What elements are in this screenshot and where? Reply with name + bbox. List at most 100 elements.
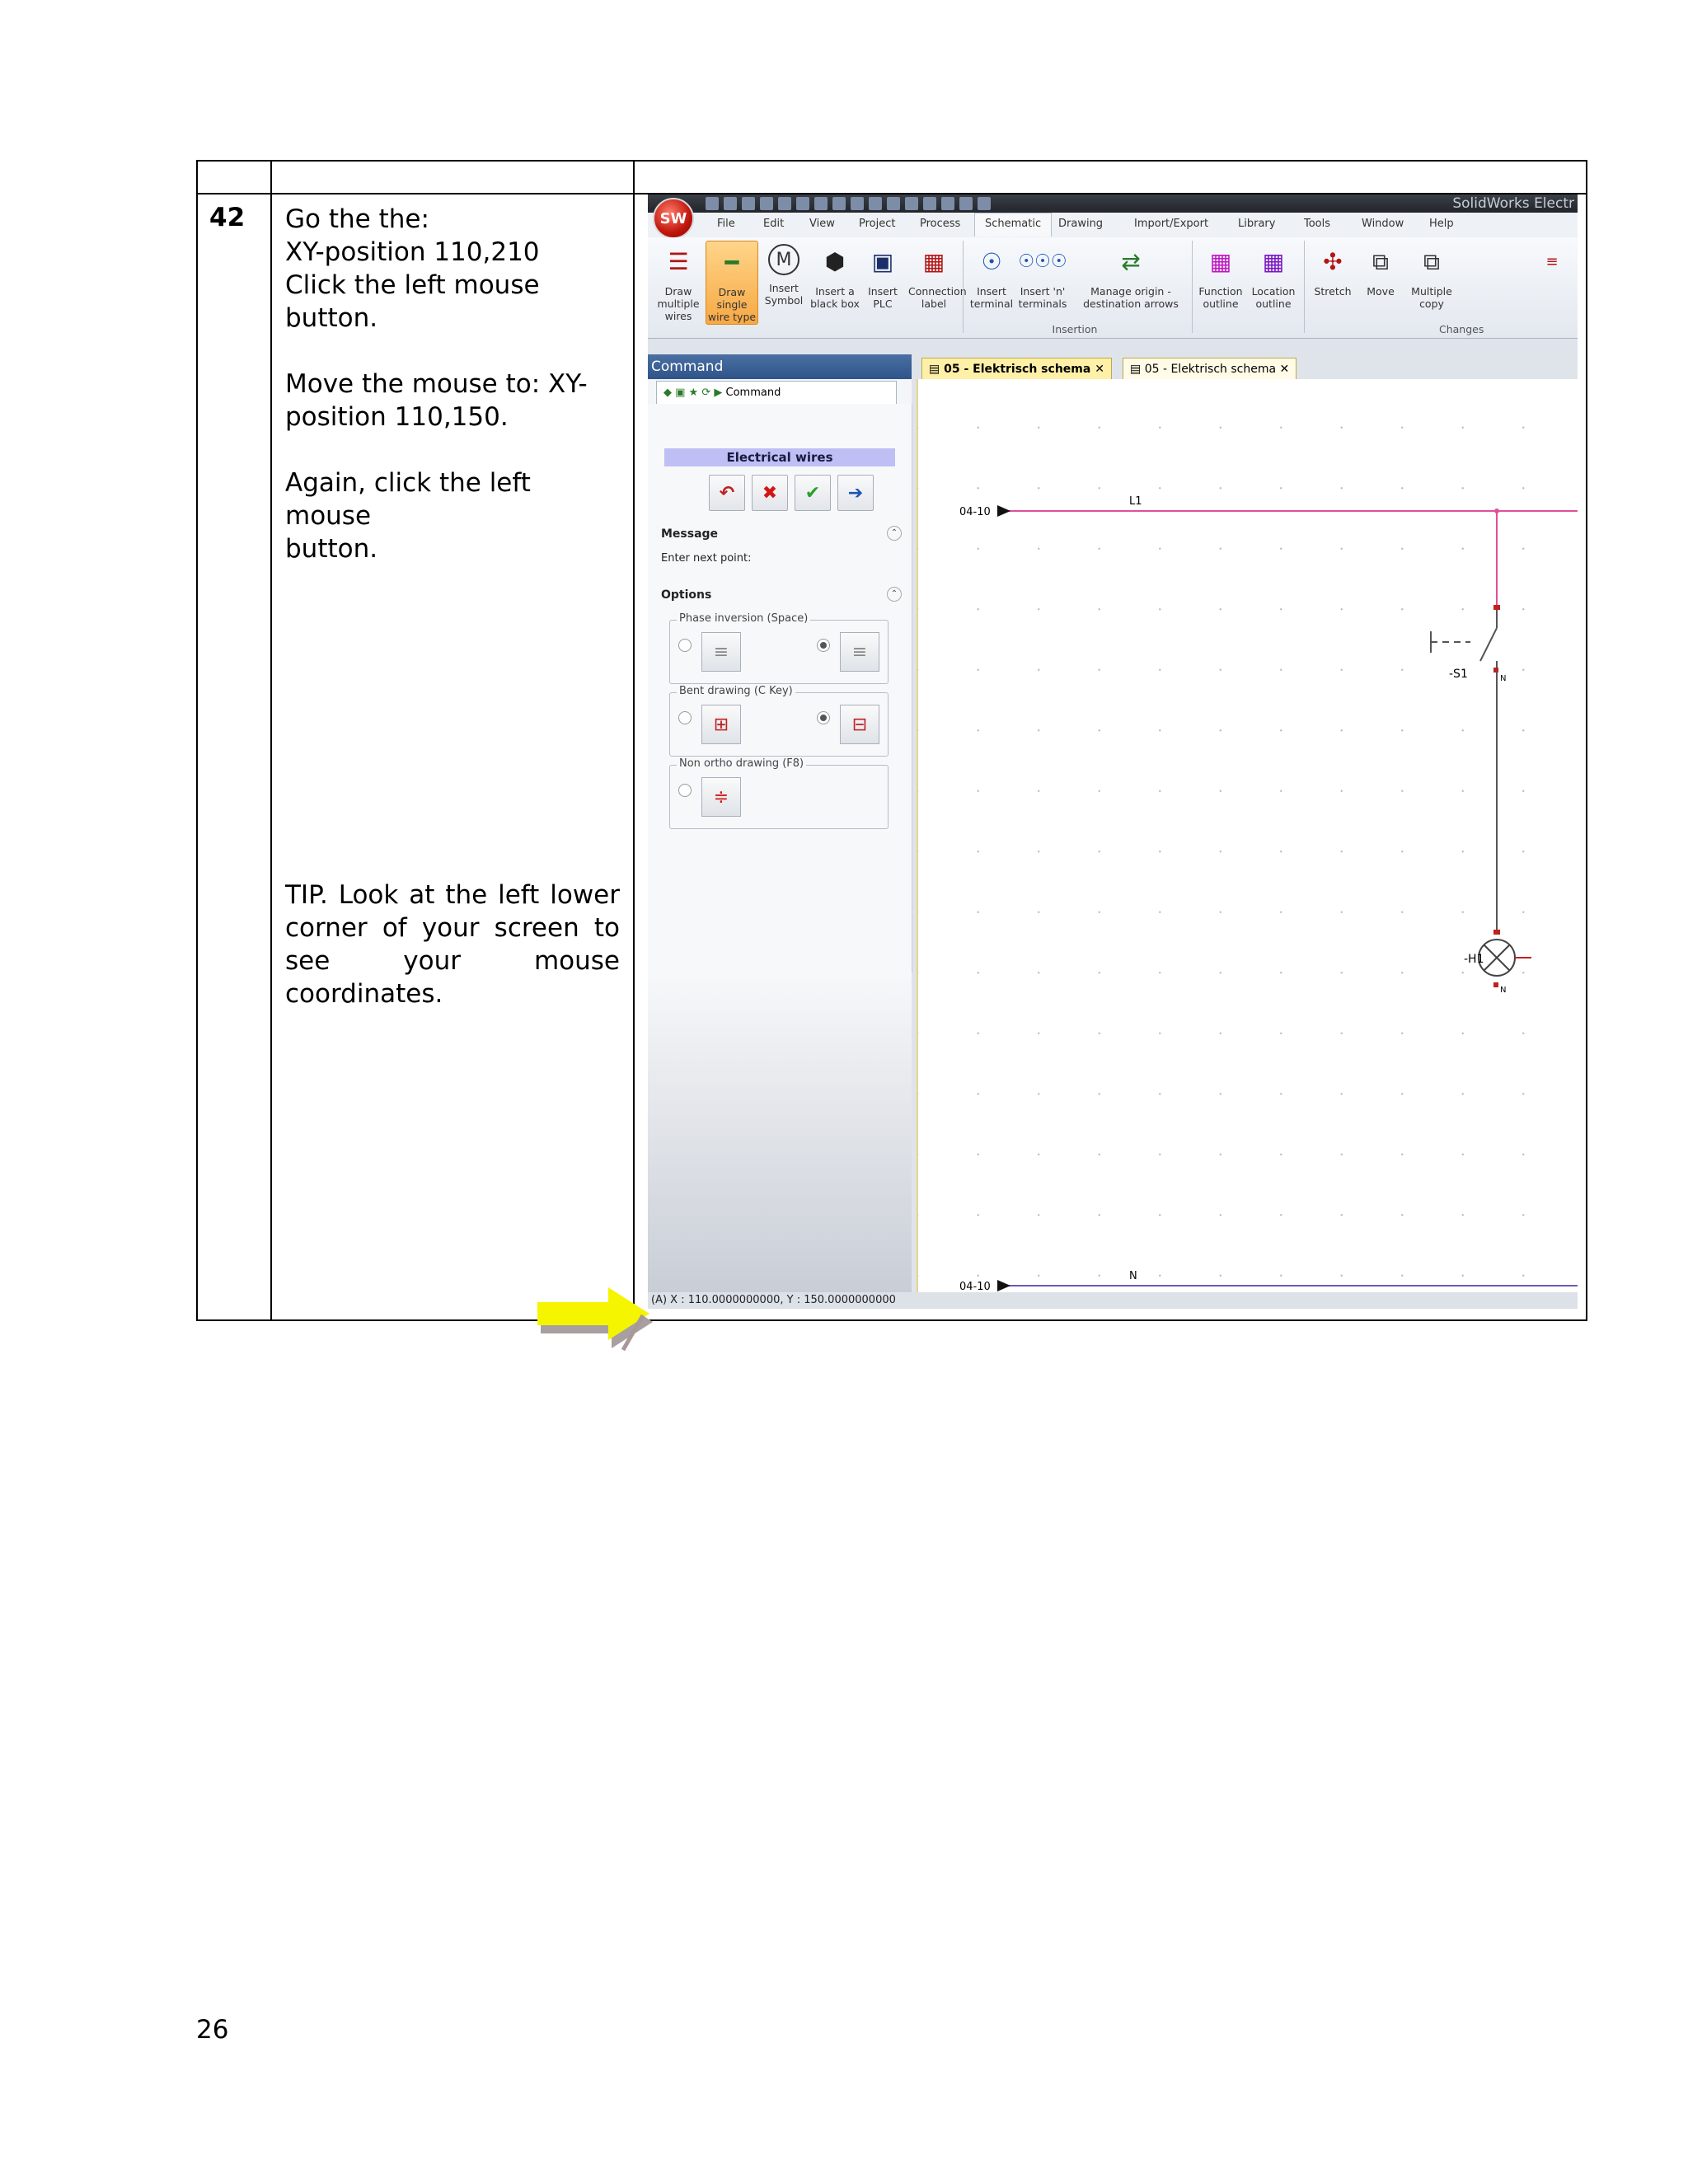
collapse-options-icon[interactable]: ⌃ [887,587,902,602]
menu-drawing[interactable]: Drawing [1058,218,1103,230]
screenshot-cell: SolidWorks Electr File Edit View Project… [633,193,1587,1321]
stretch-icon: ✣ [1323,247,1343,275]
menu-project[interactable]: Project [859,218,895,230]
header-cell [270,160,635,194]
switch-s1[interactable] [1479,627,1498,662]
schema-icon: ▤ [929,363,945,376]
switch-label: -S1 [1449,668,1468,681]
single-wire-icon: ━ [724,248,739,276]
insert-black-box-button[interactable]: ⬢ Insert a black box [809,244,860,310]
more-tools-icon[interactable]: ≡ [1535,244,1568,285]
draw-multiple-wires-button[interactable]: ☰ Draw multiple wires [653,244,704,322]
insert-plc-button[interactable]: ▣ Insert PLC [857,244,908,310]
collapse-message-icon[interactable]: ⌃ [887,526,902,541]
app-title: SolidWorks Electr [1452,195,1574,212]
instruction-table: 42 Go the the: XY-position 110,210 Click… [196,160,1587,1352]
arrows-icon: ⇄ [1121,247,1141,275]
n-label-2: N [1500,986,1506,995]
connection-label-icon: ▦ [922,247,945,275]
origin-arrow-bottom-icon [997,1280,1010,1291]
non-ortho-group: Non ortho drawing (F8) ≑ [669,757,889,829]
location-outline-button[interactable]: ▦ Location outline [1248,244,1299,310]
menu-import-export[interactable]: Import/Export [1134,218,1208,230]
bent-drawing-group: Bent drawing (C Key) ⊞ ⊟ [669,685,889,757]
message-label: Message [661,527,719,541]
menu-schematic[interactable]: Schematic [974,213,1053,237]
stretch-button[interactable]: ✣ Stretch [1307,244,1358,298]
header-cell [196,160,272,194]
connection-label-button[interactable]: ▦ Connection label [908,244,967,310]
move-button[interactable]: ⧉ Move [1355,244,1406,298]
schema-icon: ▤ [1130,363,1145,376]
phase-inversion-radio-on[interactable] [817,639,830,652]
instruction-line: Again, click the left mouse [285,468,531,531]
insert-n-terminals-button[interactable]: ☉☉☉ Insert 'n' terminals [1017,244,1068,310]
bent-drawing-icon[interactable]: ⊞ [701,705,741,744]
instruction-cell: Go the the: XY-position 110,210 Click th… [270,193,653,1352]
instruction-line: position 110,150. [285,402,509,432]
insert-symbol-button[interactable]: M Insert Symbol [758,244,809,307]
menu-tools[interactable]: Tools [1304,218,1330,230]
non-ortho-radio[interactable] [678,784,692,797]
step-number: 42 [196,193,272,1321]
tip-text: TIP. Look at the left lower corner of yo… [285,880,620,1009]
menu-view[interactable]: View [809,218,835,230]
origin-arrow-top-icon [997,505,1010,517]
draw-single-wire-button[interactable]: ━ Draw single wire type [706,241,758,325]
location-outline-icon: ▦ [1262,247,1285,275]
pin-icon[interactable]: ➔ [837,475,874,511]
close-tab-icon[interactable]: ✕ [1090,363,1104,376]
page-number: 26 [196,2015,229,2045]
doc-tab-active[interactable]: ▤ 05 - Elektrisch schema ✕ [921,358,1112,380]
app-logo[interactable]: SW [653,198,694,239]
menu-library[interactable]: Library [1238,218,1275,230]
n-label-1: N [1500,674,1506,683]
wire-l1-label: L1 [1129,495,1142,508]
menu-help[interactable]: Help [1429,218,1454,230]
manage-arrows-button[interactable]: ⇄ Manage origin - destination arrows [1075,244,1187,310]
options-label: Options [661,588,712,602]
confirm-icon[interactable]: ✔ [795,475,831,511]
instruction-line: button. [285,303,378,333]
function-outline-button[interactable]: ▦ Function outline [1195,244,1246,310]
plc-icon: ▣ [871,247,894,275]
undo-icon[interactable]: ↶ [709,475,745,511]
command-tab[interactable]: ◆ ▣ ★ ⟳ ▶ Command [656,381,897,405]
phase-inversion-radio-off[interactable] [678,639,692,652]
group-label-insertion: Insertion [1052,323,1098,335]
quick-access-toolbar[interactable] [706,197,991,210]
bent-drawing-radio-off[interactable] [678,711,692,724]
close-tab-icon[interactable]: ✕ [1276,363,1290,376]
multi-wire-icon: ☰ [668,247,689,275]
menu-process[interactable]: Process [920,218,960,230]
phase-inversion-label: Phase inversion (Space) [677,612,811,625]
menu-edit[interactable]: Edit [763,218,784,230]
table-header-row [196,160,1587,194]
terminals-icon: ☉☉☉ [1018,251,1067,272]
move-icon: ⧉ [1372,247,1389,275]
insert-terminal-button[interactable]: ☉ Insert terminal [966,244,1017,310]
bent-drawing-radio-on[interactable] [817,711,830,724]
menu-window[interactable]: Window [1362,218,1404,230]
multiple-copy-button[interactable]: ⧉ Multiple copy [1406,244,1457,310]
instruction-line: XY-position 110,210 [285,237,540,267]
solidworks-electrical-screenshot: SolidWorks Electr File Edit View Project… [648,194,1578,1309]
schematic-canvas[interactable]: 04-10 L1 -S1 N -H1 N 04-10 N [917,379,1578,1302]
non-ortho-icon[interactable]: ≑ [701,777,741,817]
menu-file[interactable]: File [717,218,735,230]
ribbon: ☰ Draw multiple wires ━ Draw single wire t… [648,237,1578,339]
straight-drawing-icon[interactable]: ⊟ [840,705,879,744]
phase-inverted-icon[interactable]: ≡ [840,632,879,672]
command-panel-tabs: ◆ ▣ ★ ⟳ ▶ Command [648,379,912,405]
cancel-icon[interactable]: ✖ [752,475,788,511]
doc-tab[interactable]: ▤ 05 - Elektrisch schema ✕ [1123,358,1297,380]
status-bar-coordinates: (A) X : 110.0000000000, Y : 150.00000000… [648,1292,1578,1309]
black-box-icon: ⬢ [824,247,846,275]
highlight-arrow-icon [537,1274,653,1361]
lamp-label: -H1 [1464,953,1484,966]
command-panel-header: Command [648,354,912,379]
phase-normal-icon[interactable]: ≡ [701,632,741,672]
non-ortho-label: Non ortho drawing (F8) [677,757,807,770]
electrical-wires-title: Electrical wires [664,448,895,466]
function-outline-icon: ▦ [1209,247,1232,275]
